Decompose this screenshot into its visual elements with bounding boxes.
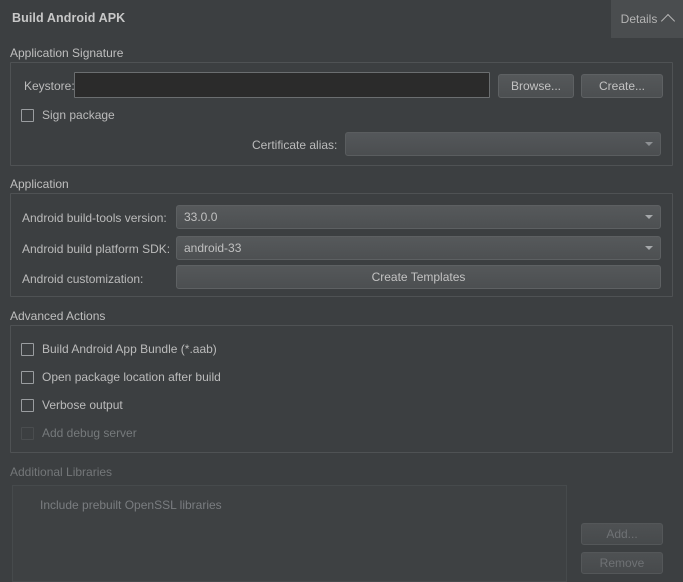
page-title: Build Android APK bbox=[12, 11, 125, 25]
browse-button[interactable]: Browse... bbox=[498, 74, 574, 98]
add-library-button: Add... bbox=[581, 523, 663, 545]
checkbox-box bbox=[21, 427, 34, 440]
certificate-alias-label: Certificate alias: bbox=[252, 138, 337, 152]
sign-package-label: Sign package bbox=[42, 108, 115, 122]
add-debug-server-checkbox: Add debug server bbox=[21, 426, 137, 440]
chevron-down-icon bbox=[638, 206, 660, 228]
verbose-output-label: Verbose output bbox=[42, 398, 123, 412]
section-label-application: Application bbox=[10, 177, 69, 191]
checkbox-box bbox=[21, 109, 34, 122]
build-app-bundle-label: Build Android App Bundle (*.aab) bbox=[42, 342, 217, 356]
open-package-location-label: Open package location after build bbox=[42, 370, 221, 384]
chevron-down-icon bbox=[638, 237, 660, 259]
open-package-location-checkbox[interactable]: Open package location after build bbox=[21, 370, 221, 384]
window-titlebar: Build Android APK Details bbox=[0, 0, 683, 38]
section-label-additional-libraries: Additional Libraries bbox=[10, 465, 112, 479]
add-debug-server-label: Add debug server bbox=[42, 426, 137, 440]
platform-sdk-value: android-33 bbox=[177, 241, 638, 255]
section-label-advanced-actions: Advanced Actions bbox=[10, 309, 105, 323]
platform-sdk-label: Android build platform SDK: bbox=[22, 242, 170, 256]
chevron-up-icon bbox=[661, 14, 675, 28]
build-app-bundle-checkbox[interactable]: Build Android App Bundle (*.aab) bbox=[21, 342, 217, 356]
keystore-input[interactable] bbox=[74, 72, 490, 98]
keystore-label: Keystore: bbox=[24, 79, 75, 93]
build-tools-version-label: Android build-tools version: bbox=[22, 211, 167, 225]
list-item: Include prebuilt OpenSSL libraries bbox=[40, 498, 222, 512]
verbose-output-checkbox[interactable]: Verbose output bbox=[21, 398, 123, 412]
platform-sdk-combo[interactable]: android-33 bbox=[176, 236, 661, 260]
chevron-down-icon bbox=[638, 133, 660, 155]
details-tab-label: Details bbox=[621, 12, 658, 26]
create-button[interactable]: Create... bbox=[581, 74, 663, 98]
build-tools-version-combo[interactable]: 33.0.0 bbox=[176, 205, 661, 229]
customization-label: Android customization: bbox=[22, 272, 143, 286]
checkbox-box bbox=[21, 343, 34, 356]
section-label-application-signature: Application Signature bbox=[10, 46, 123, 60]
checkbox-box bbox=[21, 399, 34, 412]
sign-package-checkbox[interactable]: Sign package bbox=[21, 108, 115, 122]
certificate-alias-combo[interactable] bbox=[345, 132, 661, 156]
checkbox-box bbox=[21, 371, 34, 384]
create-templates-button[interactable]: Create Templates bbox=[176, 265, 661, 289]
remove-library-button: Remove bbox=[581, 552, 663, 574]
build-tools-version-value: 33.0.0 bbox=[177, 210, 638, 224]
details-tab[interactable]: Details bbox=[611, 0, 683, 38]
